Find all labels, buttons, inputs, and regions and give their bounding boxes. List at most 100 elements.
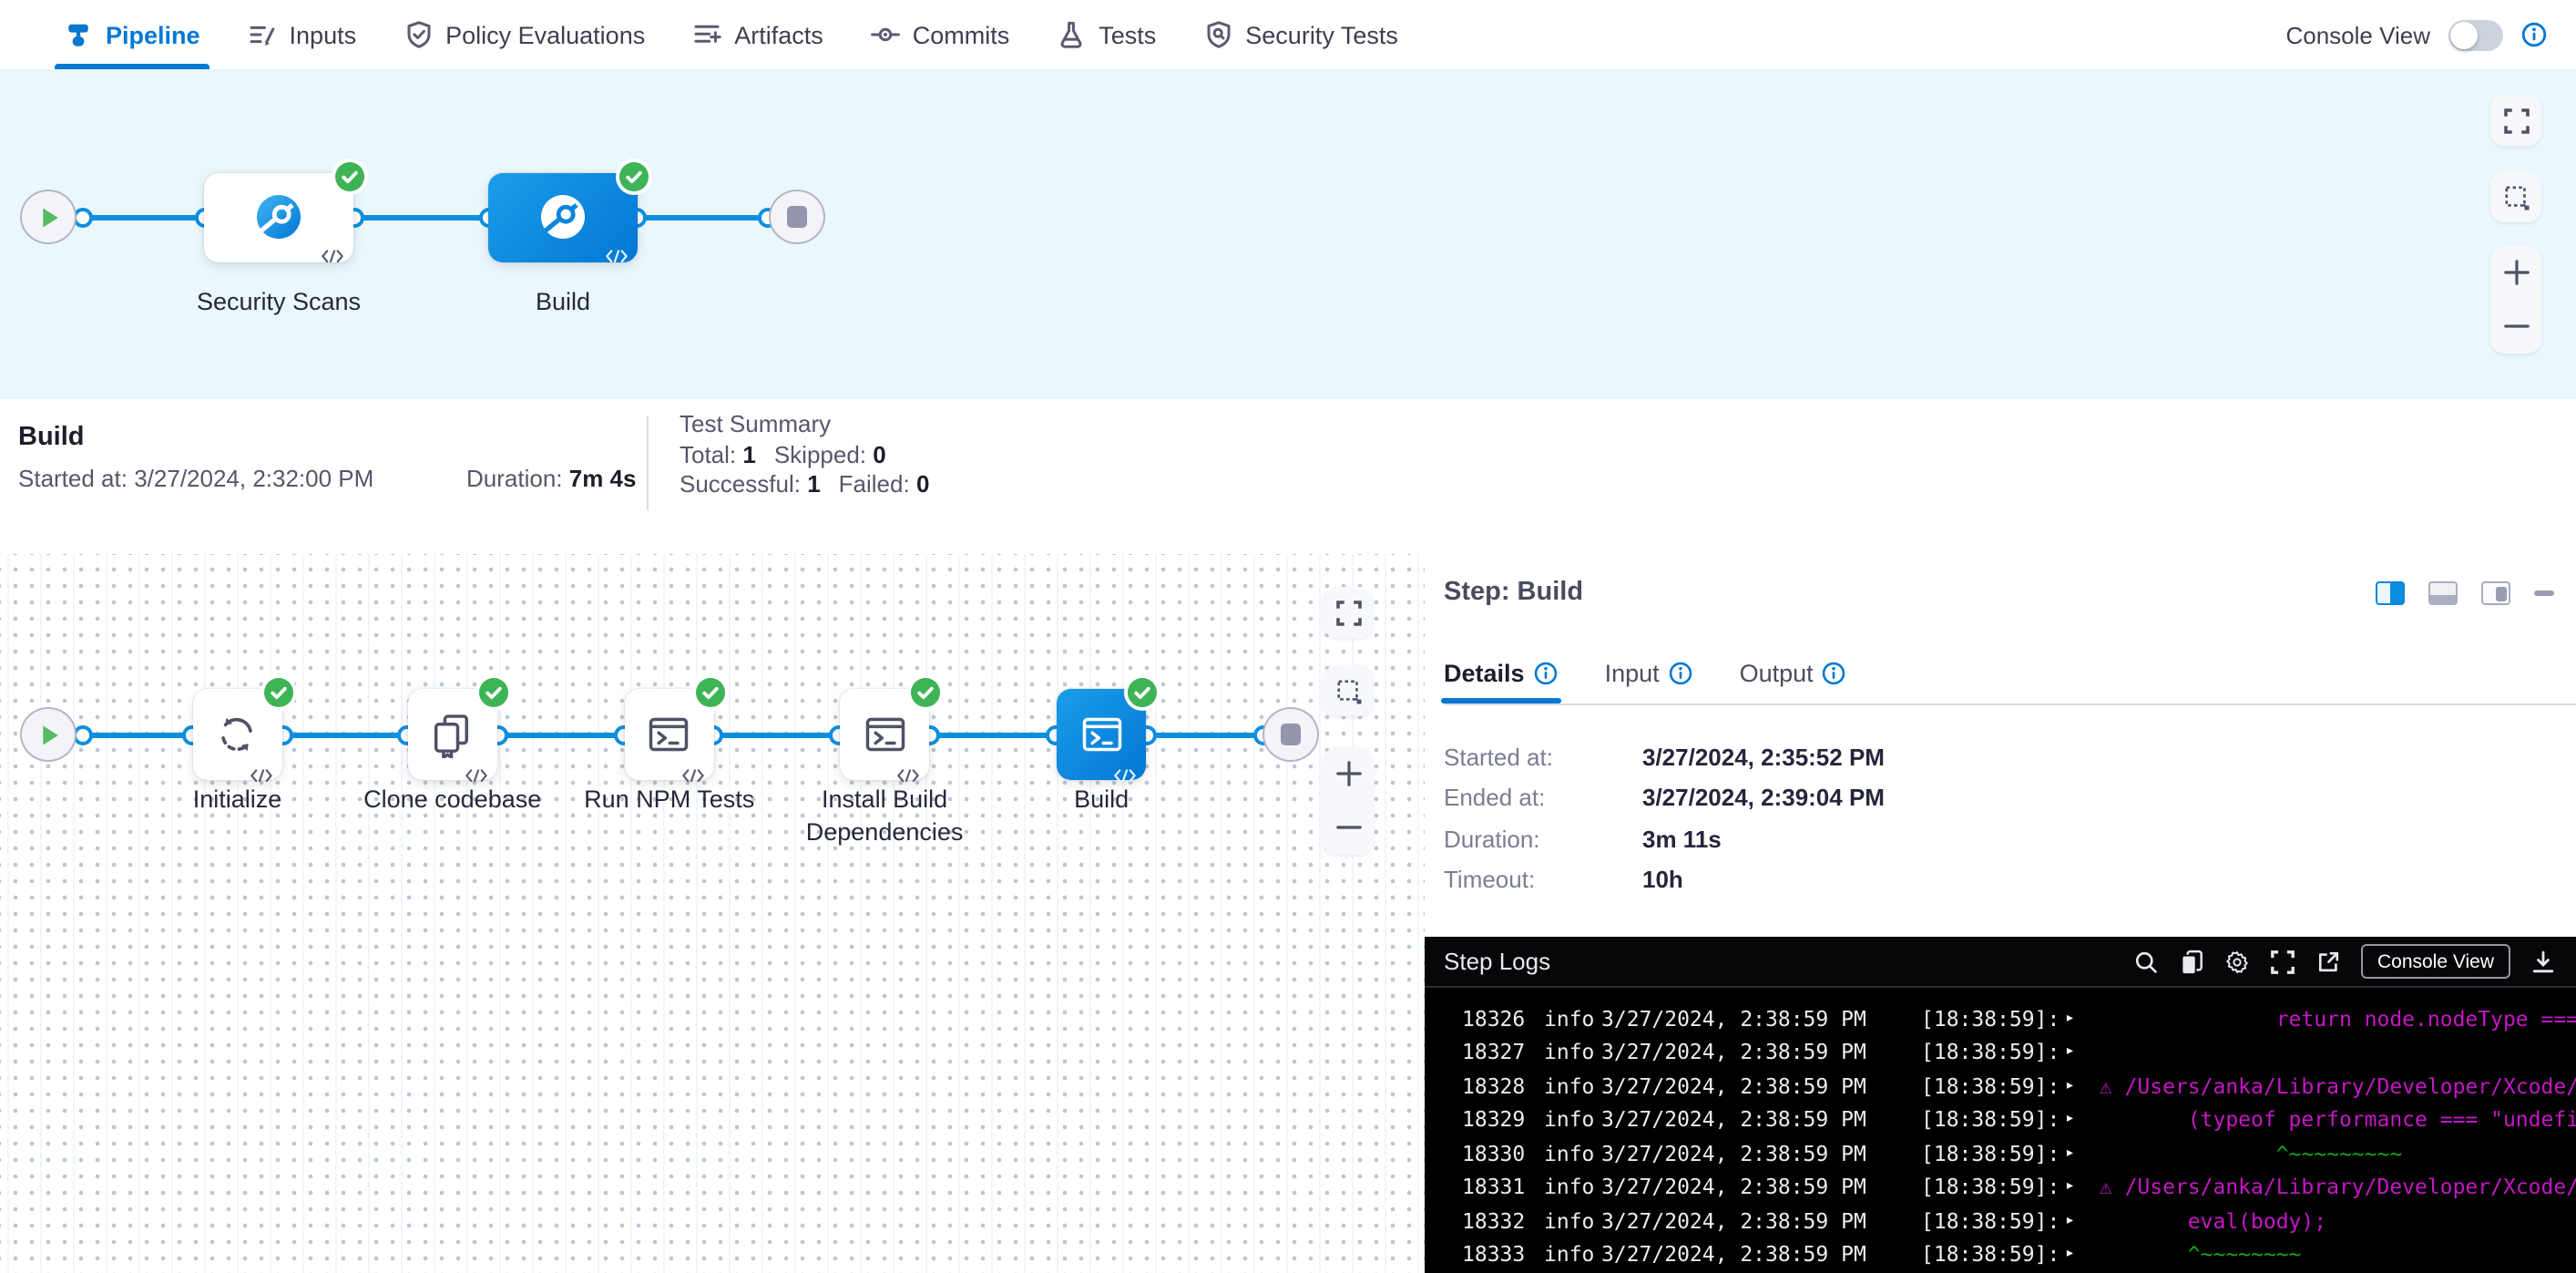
zoom-controls bbox=[1323, 747, 1374, 855]
copy-logs-icon[interactable] bbox=[2179, 949, 2204, 974]
fit-to-screen-button[interactable] bbox=[1323, 587, 1374, 638]
tab-output[interactable]: Output bbox=[1740, 643, 1846, 703]
expand-arrow-icon[interactable]: ▸ bbox=[2065, 1137, 2087, 1171]
tab-label: Policy Evaluations bbox=[445, 21, 645, 48]
console-view-button[interactable]: Console View bbox=[2361, 944, 2510, 979]
connector-line bbox=[282, 732, 407, 737]
play-icon bbox=[40, 723, 60, 746]
tab-label: Input bbox=[1605, 660, 1660, 687]
tab-policy-evaluations[interactable]: Policy Evaluations bbox=[380, 0, 669, 69]
node-card-clone-codebase[interactable] bbox=[407, 690, 497, 780]
step-graph-canvas[interactable]: InitializeClone codebaseRun NPM TestsIns… bbox=[0, 554, 1426, 1273]
connector-line bbox=[75, 214, 204, 220]
detail-row-started-at: Started at:3/27/2024, 2:35:52 PM bbox=[1444, 736, 1885, 777]
stage-title: Build bbox=[18, 423, 85, 452]
tab-inputs[interactable]: Inputs bbox=[224, 0, 381, 69]
minimize-panel-icon[interactable] bbox=[2534, 591, 2554, 596]
node-card-run-npm-tests[interactable] bbox=[624, 690, 714, 780]
select-region-button[interactable] bbox=[2490, 171, 2541, 222]
commits-icon bbox=[871, 20, 900, 49]
open-in-new-icon[interactable] bbox=[2315, 949, 2341, 974]
execution-summary: Build Started at: 3/27/2024, 2:32:00 PM … bbox=[0, 399, 2576, 554]
log-level: info bbox=[1544, 1204, 1601, 1237]
test-summary-row: Successful: 1Failed: 0 bbox=[680, 470, 947, 500]
log-time: [18:38:59]: bbox=[1921, 1171, 2065, 1205]
copy-icon bbox=[429, 711, 476, 758]
node-card-install-build-dependencies[interactable] bbox=[840, 690, 930, 780]
tab-details[interactable]: Details bbox=[1444, 643, 1558, 703]
log-content: /Users/anka/Library/Developer/Xcode/De bbox=[2125, 1070, 2576, 1104]
gear-icon[interactable] bbox=[2224, 949, 2250, 974]
expand-arrow-icon[interactable]: ▸ bbox=[2065, 1171, 2087, 1205]
tab-security-tests[interactable]: Security Tests bbox=[1180, 0, 1422, 69]
info-icon[interactable] bbox=[1669, 662, 1692, 685]
plus-icon bbox=[1334, 761, 1362, 788]
search-icon[interactable] bbox=[2133, 949, 2159, 974]
info-icon[interactable] bbox=[2521, 22, 2547, 47]
code-icon bbox=[465, 758, 488, 773]
log-content: ^~~~~~~~~~ bbox=[2087, 1137, 2402, 1171]
tab-commits[interactable]: Commits bbox=[847, 0, 1034, 69]
layout-split-right-icon[interactable] bbox=[2481, 581, 2510, 605]
node-card-build[interactable] bbox=[1057, 690, 1147, 780]
zoom-out-button[interactable] bbox=[1323, 801, 1374, 855]
log-date: 3/27/2024, 2:38:59 PM bbox=[1601, 1137, 1921, 1171]
zoom-in-button[interactable] bbox=[2490, 246, 2541, 300]
log-line-number: 18332 bbox=[1443, 1204, 1544, 1237]
log-level: info bbox=[1544, 1104, 1601, 1137]
status-success-icon bbox=[696, 679, 725, 708]
detail-value: 3/27/2024, 2:35:52 PM bbox=[1642, 744, 1885, 771]
log-content: return node.nodeType === bbox=[2087, 1002, 2576, 1036]
console-view-toggle[interactable] bbox=[2448, 19, 2503, 50]
zoom-controls bbox=[2490, 246, 2541, 354]
download-logs-icon[interactable] bbox=[2530, 949, 2556, 974]
tab-label: Details bbox=[1444, 660, 1525, 687]
tab-artifacts[interactable]: Artifacts bbox=[669, 0, 847, 69]
terminal-icon bbox=[646, 711, 693, 758]
info-icon[interactable] bbox=[1823, 662, 1846, 685]
node-card-security-scans[interactable] bbox=[204, 172, 353, 262]
tab-tests[interactable]: Tests bbox=[1033, 0, 1180, 69]
tab-pipeline[interactable]: Pipeline bbox=[40, 0, 224, 69]
node-label: Install Build Dependencies bbox=[775, 784, 994, 849]
test-summary-title: Test Summary bbox=[680, 410, 947, 440]
log-content: ^~~~~~~~~ bbox=[2087, 1237, 2301, 1271]
metric-skipped: Skipped: 0 bbox=[774, 440, 905, 467]
log-level: info bbox=[1544, 1036, 1601, 1070]
connector-line bbox=[1147, 732, 1262, 737]
zoom-out-button[interactable] bbox=[2490, 300, 2541, 354]
marquee-icon bbox=[2502, 183, 2530, 210]
zoom-in-button[interactable] bbox=[1323, 747, 1374, 801]
expand-arrow-icon[interactable]: ▸ bbox=[2065, 1002, 2087, 1036]
expand-arrow-icon[interactable]: ▸ bbox=[2065, 1104, 2087, 1137]
fit-to-screen-button[interactable] bbox=[2490, 95, 2541, 146]
console-view-label: Console View bbox=[2285, 21, 2430, 48]
expand-arrow-icon[interactable]: ▸ bbox=[2065, 1070, 2087, 1104]
select-region-button[interactable] bbox=[1323, 665, 1374, 716]
log-content: (typeof performance === "undefine bbox=[2087, 1104, 2576, 1137]
expand-arrow-icon[interactable]: ▸ bbox=[2065, 1204, 2087, 1237]
log-date: 3/27/2024, 2:38:59 PM bbox=[1601, 1104, 1921, 1137]
layout-split-bottom-icon[interactable] bbox=[2428, 581, 2458, 605]
node-card-build[interactable] bbox=[488, 172, 638, 262]
fullscreen-icon[interactable] bbox=[2270, 949, 2295, 974]
stage-graph-canvas[interactable]: Security ScansBuild bbox=[0, 69, 2576, 399]
step-logs-title: Step Logs bbox=[1424, 948, 1550, 975]
step-logs: Step Logs Console View 18326info3/27/202… bbox=[1424, 937, 2576, 1273]
connector-line bbox=[497, 732, 624, 737]
metric-value: 1 bbox=[742, 440, 755, 467]
info-icon[interactable] bbox=[1534, 662, 1558, 685]
node-label: Run NPM Tests bbox=[560, 784, 779, 816]
log-time: [18:38:59]: bbox=[1921, 1204, 2065, 1237]
expand-arrow-icon[interactable]: ▸ bbox=[2065, 1237, 2087, 1271]
panel-layout-controls bbox=[2376, 581, 2554, 605]
log-time: [18:38:59]: bbox=[1921, 1237, 2065, 1271]
toggle-knob bbox=[2450, 21, 2478, 48]
expand-arrow-icon[interactable]: ▸ bbox=[2065, 1036, 2087, 1070]
step-logs-actions: Console View bbox=[2133, 944, 2576, 979]
layout-split-left-icon[interactable] bbox=[2376, 581, 2405, 605]
log-line-number: 18329 bbox=[1443, 1104, 1544, 1137]
log-line-number: 18333 bbox=[1443, 1237, 1544, 1271]
node-card-initialize[interactable] bbox=[192, 690, 282, 780]
tab-input[interactable]: Input bbox=[1605, 643, 1692, 703]
